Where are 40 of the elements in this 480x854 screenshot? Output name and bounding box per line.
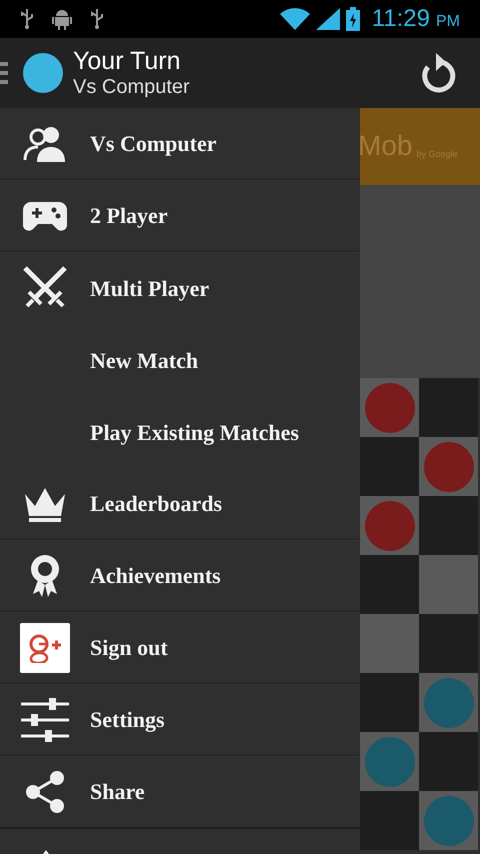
subtitle: Vs Computer: [73, 75, 190, 99]
drawer-item[interactable]: New Match: [0, 324, 360, 396]
drawer-item[interactable]: Leaderboards: [0, 468, 360, 540]
drawer-item[interactable]: 2 Player: [0, 180, 360, 252]
turn-indicator: [23, 53, 63, 93]
usb-icon: [20, 8, 34, 30]
wifi-icon: [280, 8, 310, 30]
board-square[interactable]: [360, 791, 419, 850]
board-square[interactable]: [360, 555, 419, 614]
menu-icon[interactable]: [0, 62, 8, 84]
clock: 11:29: [372, 4, 430, 34]
share-icon: [23, 770, 67, 814]
android-icon: [52, 8, 72, 30]
board-square[interactable]: [360, 673, 419, 732]
drawer-item[interactable]: Achievements: [0, 540, 360, 612]
ribbon-award-icon: [30, 554, 60, 598]
battery-icon: [346, 7, 360, 31]
board-square[interactable]: [419, 614, 478, 673]
usb-icon: [90, 8, 104, 30]
clock-period: PM: [436, 12, 460, 32]
drawer-item[interactable]: Settings: [0, 684, 360, 756]
drawer-item[interactable]: Sign out: [0, 612, 360, 684]
signal-icon: [316, 8, 340, 30]
title: Your Turn: [73, 47, 182, 75]
drawer-item[interactable]: Multi Player: [0, 252, 360, 324]
board-square[interactable]: [419, 378, 478, 437]
crossed-swords-icon: [23, 266, 67, 310]
board-square[interactable]: [419, 496, 478, 555]
board-square[interactable]: [419, 555, 478, 614]
crown-icon: [23, 486, 67, 522]
board-square[interactable]: [360, 614, 419, 673]
drawer-item[interactable]: Vs Computer: [0, 108, 360, 180]
sliders-icon: [21, 698, 69, 742]
board-square[interactable]: [419, 732, 478, 791]
refresh-icon[interactable]: [420, 53, 456, 93]
drawer-item[interactable]: Share: [0, 756, 360, 828]
drawer-item[interactable]: Play Existing Matches: [0, 396, 360, 468]
google-plus-icon: [20, 622, 70, 672]
board-square[interactable]: [360, 437, 419, 496]
gamepad-icon: [23, 200, 67, 232]
